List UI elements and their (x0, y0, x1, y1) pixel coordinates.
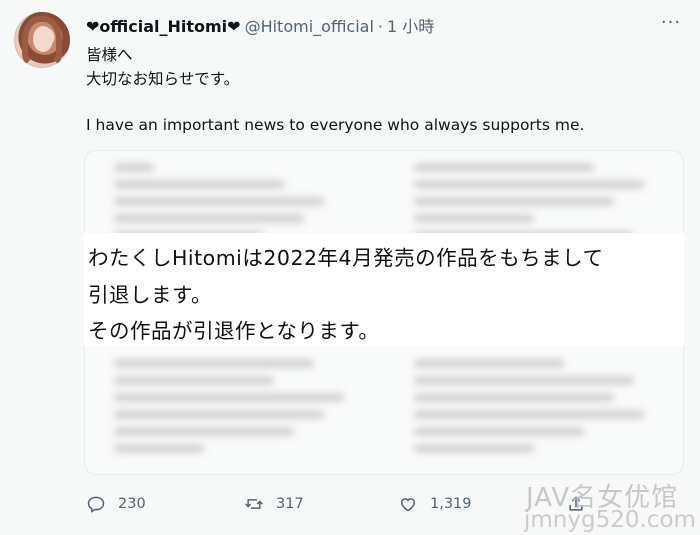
reply-count: 230 (118, 496, 146, 512)
tweet-text-line: 大切なお知らせです。 (86, 70, 240, 88)
notice-line: その作品が引退作となります。 (88, 319, 380, 343)
like-count: 1,319 (430, 496, 472, 512)
display-name[interactable]: ❤official_Hitomi❤ (86, 17, 241, 36)
retweet-button[interactable]: 317 (244, 493, 304, 515)
separator-dot: · (377, 17, 383, 36)
blurred-letter-left-bottom (114, 350, 374, 462)
retweet-count: 317 (276, 496, 304, 512)
avatar[interactable] (14, 12, 70, 68)
notice-line: 引退します。 (88, 283, 212, 307)
image-notice-overlay: わたくしHitomiは2022年4月発売の作品をもちまして 引退します。 その作… (84, 233, 684, 346)
timestamp[interactable]: 1 小時 (387, 13, 434, 37)
notice-line: わたくしHitomiは2022年4月発売の作品をもちまして (88, 246, 604, 270)
tweet: ❤official_Hitomi❤ @Hitomi_official · 1 小… (0, 0, 700, 535)
tweet-text-line: 皆様へ (86, 46, 133, 64)
like-button[interactable]: 1,319 (398, 493, 472, 515)
retweet-icon (245, 499, 263, 509)
tweet-text-line: I have an important news to everyone who… (86, 116, 585, 134)
tweet-header: ❤official_Hitomi❤ @Hitomi_official · 1 小… (86, 13, 434, 37)
avatar-face (33, 26, 53, 52)
watermark-url: jmnyg520.com (524, 507, 696, 533)
user-handle[interactable]: @Hitomi_official (245, 17, 374, 36)
blurred-letter-right-bottom (414, 350, 674, 462)
reply-icon (87, 496, 105, 513)
reply-button[interactable]: 230 (86, 493, 146, 515)
heart-icon (400, 498, 416, 512)
more-horizontal-icon[interactable]: ··· (657, 14, 685, 32)
